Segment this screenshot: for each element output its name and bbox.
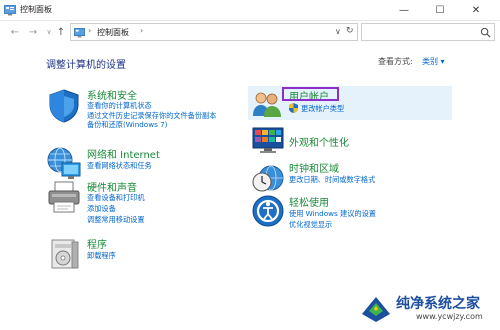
control-panel-icon (74, 28, 85, 38)
control-panel-icon (4, 5, 16, 16)
search-icon[interactable] (480, 27, 491, 38)
link-optimize-visual-display[interactable]: 优化视觉显示 (289, 220, 332, 229)
search-input[interactable] (361, 23, 495, 41)
link-windows-suggested-settings[interactable]: 使用 Windows 建议的设置 (289, 209, 376, 218)
back-button[interactable]: ← (8, 24, 22, 40)
refresh-button[interactable]: ↻ (346, 26, 354, 36)
title-bar: 控制面板 — ☐ ✕ (0, 0, 500, 21)
users-icon (253, 92, 281, 117)
close-button[interactable]: ✕ (460, 0, 492, 20)
programs-icon (51, 239, 79, 269)
network-icon (47, 147, 81, 179)
link-backup-restore[interactable]: 备份和还原(Windows 7) (87, 120, 168, 129)
shield-icon (49, 89, 79, 123)
appearance-icon (252, 127, 284, 153)
watermark-url: www.ycwjzy.com (416, 312, 483, 321)
category-title[interactable]: 系统和安全 (87, 87, 137, 102)
link-change-date-time[interactable]: 更改日期、时间或数字格式 (289, 175, 375, 184)
link-add-device[interactable]: 添加设备 (87, 204, 116, 213)
link-devices-printers[interactable]: 查看设备和打印机 (87, 193, 145, 202)
view-by-dropdown[interactable]: 类别 ▾ (422, 56, 445, 67)
category-title[interactable]: 轻松使用 (289, 194, 329, 209)
window-title: 控制面板 (20, 5, 52, 14)
accessibility-icon (252, 195, 284, 227)
category-title[interactable]: 时钟和区域 (289, 160, 339, 175)
page-title: 调整计算机的设置 (46, 60, 126, 71)
category-title[interactable]: 程序 (87, 236, 107, 251)
link-mobility-settings[interactable]: 调整常用移动设置 (87, 215, 145, 224)
watermark-logo-icon (362, 297, 390, 322)
up-button[interactable]: ↑ (54, 24, 68, 40)
navigation-bar: ← → ∨ ↑ › 控制面板 › ∨ ↻ (0, 21, 500, 43)
minimize-button[interactable]: — (388, 0, 420, 20)
maximize-button[interactable]: ☐ (424, 0, 456, 20)
link-view-computer-status[interactable]: 查看你的计算机状态 (87, 101, 152, 110)
link-uninstall-program[interactable]: 卸载程序 (87, 251, 116, 260)
link-network-status[interactable]: 查看网络状态和任务 (87, 161, 152, 170)
forward-button[interactable]: → (26, 24, 40, 40)
uac-shield-icon (289, 103, 298, 113)
watermark: 纯净系统之家 www.ycwjzy.com (360, 290, 498, 328)
category-title[interactable]: 外观和个性化 (289, 134, 349, 149)
link-file-history[interactable]: 通过文件历史记录保存你的文件备份副本 (87, 111, 216, 120)
view-by-label: 查看方式: (378, 57, 413, 66)
printer-icon (48, 181, 80, 213)
annotation-box (282, 87, 339, 101)
breadcrumb-separator[interactable]: › (140, 26, 143, 35)
link-change-account-type[interactable]: 更改帐户类型 (301, 104, 344, 113)
watermark-title: 纯净系统之家 (396, 296, 480, 312)
breadcrumb-control-panel[interactable]: 控制面板 (97, 27, 129, 38)
category-title[interactable]: 硬件和声音 (87, 179, 137, 194)
breadcrumb-separator[interactable]: › (88, 26, 91, 35)
category-title[interactable]: 网络和 Internet (87, 146, 160, 161)
address-dropdown-button[interactable]: ∨ (335, 27, 341, 36)
address-bar[interactable]: › 控制面板 › ∨ ↻ (70, 23, 358, 41)
clock-globe-icon (252, 165, 284, 192)
